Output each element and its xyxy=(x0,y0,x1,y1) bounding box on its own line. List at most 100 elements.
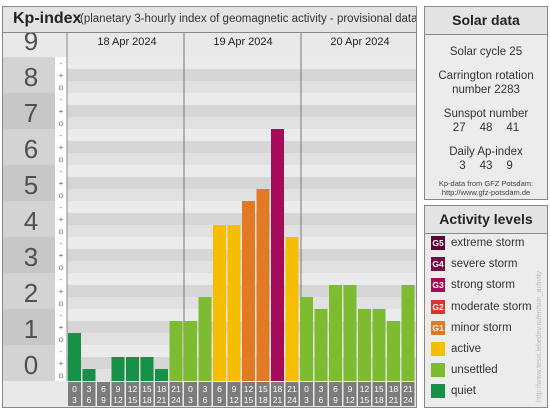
plot-band xyxy=(67,153,416,165)
minor-tick-label: o xyxy=(59,371,64,380)
source-watermark: http://www.tesis.lebedev.ru/en/sun_activ… xyxy=(536,271,543,402)
activity-swatch xyxy=(431,384,445,399)
activity-level-item: active xyxy=(431,340,481,358)
hour-start-label: 0 xyxy=(188,384,193,394)
kp-header: Kp-index (planetary 3-hourly index of ge… xyxy=(3,7,416,33)
hour-end-label: 9 xyxy=(217,395,222,405)
kp-bar xyxy=(242,201,255,381)
minor-tick-label: - xyxy=(60,275,63,284)
hour-end-label: 6 xyxy=(319,395,324,405)
hour-start-label: 6 xyxy=(101,384,106,394)
plot-band xyxy=(67,117,416,129)
hour-end-label: 12 xyxy=(229,395,239,405)
minor-tick-label: o xyxy=(59,119,64,128)
minor-tick-label: - xyxy=(60,59,63,68)
kp-bar xyxy=(227,225,241,381)
solar-data-panel: Solar data Solar cycle 25 Carrington rot… xyxy=(424,6,548,200)
plot-band xyxy=(67,93,416,105)
kp-bar xyxy=(198,297,212,381)
activity-swatch: G4 xyxy=(431,257,445,272)
hour-end-label: 6 xyxy=(87,395,92,405)
hour-start-label: 3 xyxy=(87,384,92,394)
hour-end-label: 6 xyxy=(203,395,208,405)
kp-bar xyxy=(68,333,81,381)
activity-level-item: G4 severe storm xyxy=(431,255,517,273)
activity-level-label: moderate storm xyxy=(451,300,532,313)
solar-cycle: Solar cycle 25 xyxy=(449,46,523,58)
minor-tick-label: - xyxy=(60,347,63,356)
activity-swatch: G3 xyxy=(431,278,445,293)
kp-bar xyxy=(401,284,415,381)
minor-tick-label: - xyxy=(60,95,63,104)
carrington-line-1: Carrington rotation xyxy=(438,70,534,82)
kp-bar xyxy=(358,309,371,381)
plot-band xyxy=(67,213,416,225)
minor-tick-label: + xyxy=(59,143,64,152)
hour-start-label: 12 xyxy=(360,384,370,394)
activity-level-item: G5 extreme storm xyxy=(431,234,525,252)
minor-tick-label: + xyxy=(59,359,64,368)
activity-level-item: G1 minor storm xyxy=(431,319,512,337)
sunspot-value-2: 48 xyxy=(479,122,493,134)
minor-tick-label: - xyxy=(60,203,63,212)
kp-title: Kp-index xyxy=(13,10,82,27)
hour-end-label: 12 xyxy=(345,395,355,405)
hour-start-label: 18 xyxy=(157,384,167,394)
hour-end-label: 15 xyxy=(360,395,370,405)
kp-subtitle: (planetary 3-hourly index of geomagnetic… xyxy=(80,13,416,25)
activity-swatch xyxy=(431,342,445,356)
day-label: 18 Apr 2024 xyxy=(97,36,156,48)
activity-level-label: unsettled xyxy=(451,364,498,377)
hour-end-label: 18 xyxy=(374,395,384,405)
hour-end-label: 24 xyxy=(403,395,413,405)
minor-tick-label: o xyxy=(59,299,64,308)
hour-start-label: 6 xyxy=(333,384,338,394)
minor-tick-label: o xyxy=(59,191,64,200)
hour-start-label: 9 xyxy=(348,384,353,394)
y-tick-label: 4 xyxy=(24,206,38,236)
kp-bar xyxy=(184,320,197,381)
kp-bar xyxy=(155,369,168,381)
hour-end-label: 18 xyxy=(142,395,152,405)
minor-tick-label: + xyxy=(59,251,64,260)
activity-swatch: G2 xyxy=(431,299,445,314)
minor-tick-label: + xyxy=(59,323,64,332)
day-label: 20 Apr 2024 xyxy=(330,36,389,48)
hour-end-label: 3 xyxy=(72,395,77,405)
kp-bar xyxy=(169,320,183,381)
hour-end-label: 15 xyxy=(244,395,254,405)
plot-band xyxy=(67,273,416,285)
minor-tick-label: + xyxy=(59,215,64,224)
activity-level-item: unsettled xyxy=(431,361,498,379)
activity-level-item: G3 strong storm xyxy=(431,276,515,294)
hour-end-label: 9 xyxy=(333,395,338,405)
kp-bar xyxy=(300,297,313,381)
hour-end-label: 3 xyxy=(304,395,309,405)
activity-level-item: quiet xyxy=(431,382,476,400)
ap-values: 3 43 9 xyxy=(425,159,547,173)
plot-band xyxy=(67,129,416,141)
carrington-line-2: number 2283 xyxy=(452,84,520,96)
kp-bar xyxy=(140,356,154,381)
minor-tick-label: + xyxy=(59,71,64,80)
sunspot-values: 27 48 41 xyxy=(425,121,547,135)
minor-tick-label: + xyxy=(59,107,64,116)
sunspot-value-1: 27 xyxy=(452,122,466,134)
hour-start-label: 15 xyxy=(258,384,268,394)
activity-level-label: minor storm xyxy=(451,321,512,334)
activity-level-item: G2 moderate storm xyxy=(431,298,532,316)
kp-bar xyxy=(329,284,342,381)
activity-levels-panel: Activity levels G5 extreme storm G4 severe … xyxy=(424,205,548,408)
activity-title: Activity levels xyxy=(425,206,547,234)
plot-band xyxy=(67,69,416,81)
ap-value-1: 3 xyxy=(459,160,466,172)
hour-start-label: 18 xyxy=(389,384,399,394)
hour-end-label: 18 xyxy=(258,395,268,405)
minor-tick-label: - xyxy=(60,167,63,176)
minor-tick-label: - xyxy=(60,311,63,320)
hour-end-label: 21 xyxy=(157,395,167,405)
hour-start-label: 9 xyxy=(116,384,121,394)
hour-start-label: 21 xyxy=(171,384,181,394)
credit-line-1: Kp-data from GFZ Potsdam: xyxy=(438,179,534,188)
ap-value-2: 43 xyxy=(479,160,493,172)
